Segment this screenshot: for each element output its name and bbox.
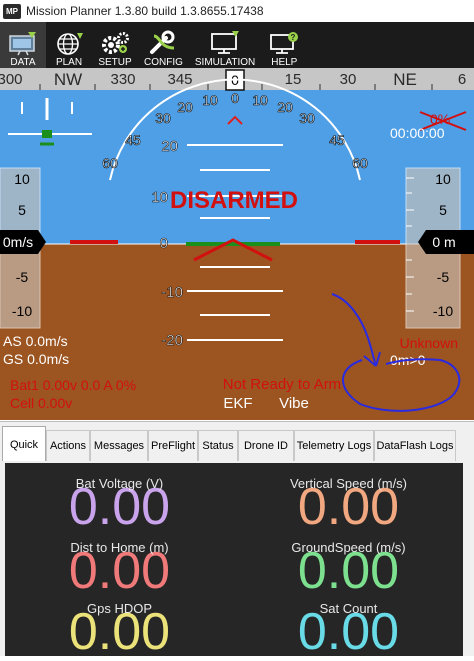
roll-label: 30 [299,110,315,126]
quick-label: GroundSpeed (m/s) [291,540,406,555]
groundspeed-readout: GS 0.0m/s [3,351,69,367]
wrench-icon [150,30,175,54]
menu-help[interactable]: ? HELP [261,22,307,71]
heading-tick-label: 30 [340,71,357,88]
hud-ground [0,244,474,420]
help-icon: ? [270,32,299,54]
heading-tick-label: 15 [285,71,302,88]
menu-config[interactable]: CONFIG [138,22,189,71]
altitude-scale-label: -5 [437,269,450,285]
roll-label: 60 [352,155,368,171]
flight-timer: 00:00:00 [390,125,445,141]
quick-item-sat-count[interactable]: 0.00 Sat Count [234,590,463,658]
roll-label: 10 [252,92,268,108]
tab-status[interactable]: Status [198,430,238,461]
altitude-scale-label: 5 [439,202,447,218]
roll-label: 20 [177,99,193,115]
main-menu: DATA PLAN SETUP CONFIG SIMULATION ? HELP [0,22,474,71]
pitch-label: 20 [161,138,178,155]
roll-label: 60 [102,155,118,171]
pitch-label: -20 [161,332,183,349]
quick-label: Gps HDOP [86,601,152,616]
gears-icon [102,32,129,54]
menu-help-label: HELP [271,57,298,68]
roll-label: 45 [329,132,345,148]
data-icon [9,32,36,56]
roll-label: 45 [125,132,141,148]
tab-telemetry-logs[interactable]: Telemetry Logs [294,430,374,461]
window-title: Mission Planner 1.3.80 build 1.3.8655.17… [26,4,264,18]
monitor-icon [211,31,240,54]
quick-label: Dist to Home (m) [70,540,169,555]
menu-data-label: DATA [10,57,36,68]
pitch-label: 0 [160,235,168,252]
tab-preflight[interactable]: PreFlight [148,430,198,461]
menu-plan[interactable]: PLAN [46,22,92,71]
speed-scale-label: 5 [18,202,26,218]
quick-item-dist-to-home[interactable]: 0.00 Dist to Home (m) [5,529,234,597]
heading-tick-label: 300 [0,71,23,88]
prearm-status: Not Ready to Arm [223,376,341,393]
roll-label: 30 [155,110,171,126]
quick-item-vertical-speed[interactable]: 0.00 Vertical Speed (m/s) [234,465,463,533]
data-tabs: Quick Actions Messages PreFlight Status … [0,421,474,463]
quick-panel: 0.00 Bat Voltage (V) 0.00 Vertical Speed… [0,461,474,658]
speed-scale-label: -5 [16,269,29,285]
heading-tick-label: NW [54,70,82,89]
pitch-label: -10 [161,284,183,301]
tab-dataflash-logs[interactable]: DataFlash Logs [374,430,456,461]
quick-label: Vertical Speed (m/s) [289,476,408,491]
ekf-status-button[interactable]: EKF [223,395,252,412]
quick-item-bat-voltage[interactable]: 0.00 Bat Voltage (V) [5,465,234,533]
quick-item-gps-hdop[interactable]: 0.00 Gps HDOP [5,590,234,658]
flight-mode: Unknown [400,335,458,351]
quick-label: Bat Voltage (V) [75,476,164,491]
globe-icon [57,33,83,55]
altitude-readout: 0 m [432,234,455,250]
speed-readout: 0m/s [3,234,33,250]
speed-scale-label: 10 [14,171,30,187]
menu-config-label: CONFIG [144,57,183,68]
quick-grid: 0.00 Bat Voltage (V) 0.00 Vertical Speed… [5,463,463,658]
tab-messages[interactable]: Messages [90,430,148,461]
battery-readout: Bat1 0.00v 0.0 A 0% [10,377,136,393]
svg-text:?: ? [291,33,296,42]
tab-drone-id[interactable]: Drone ID [238,430,294,461]
speed-scale-label: -10 [12,303,32,319]
cell-voltage-readout: Cell 0.00v [10,395,72,411]
arm-status-banner: DISARMED [170,187,298,214]
app-logo: MP [3,3,21,19]
heading-tick-label: 330 [110,71,135,88]
heading-tick-label: 6 [458,71,466,88]
tab-actions[interactable]: Actions [46,430,90,461]
altitude-scale-label: 10 [435,171,451,187]
roll-label: 0 [231,90,239,106]
menu-setup[interactable]: SETUP [92,22,138,71]
hud-display[interactable]: 300 NW 330 345 15 30 NE 6 0 60 45 30 20 … [0,68,474,420]
menu-setup-label: SETUP [98,57,132,68]
title-bar: MP Mission Planner 1.3.80 build 1.3.8655… [0,0,474,23]
roll-label: 20 [277,99,293,115]
vibe-status-button[interactable]: Vibe [279,395,309,412]
tab-quick[interactable]: Quick [2,426,46,463]
menu-simulation[interactable]: SIMULATION [189,22,261,71]
roll-label: 10 [202,92,218,108]
quick-label: Sat Count [319,601,378,616]
altitude-scale-label: -10 [433,303,453,319]
menu-plan-label: PLAN [55,57,83,68]
heading-tick-label: NE [393,70,417,89]
airspeed-readout: AS 0.0m/s [3,333,68,349]
heading-tick-label: 345 [167,71,192,88]
pitch-label: 10 [151,189,168,206]
menu-simulation-label: SIMULATION [194,57,256,68]
quick-item-groundspeed[interactable]: 0.00 GroundSpeed (m/s) [234,529,463,597]
menu-data[interactable]: DATA [0,22,46,71]
